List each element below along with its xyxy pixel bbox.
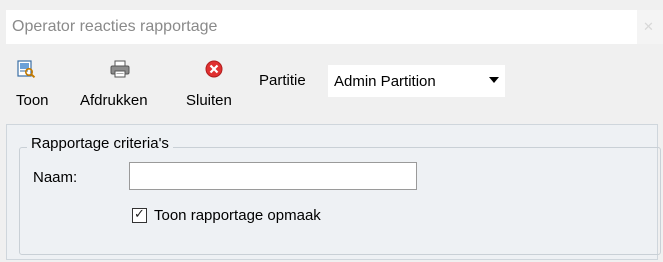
close-circle-icon (205, 60, 223, 78)
window-close-button[interactable]: ✕ (637, 10, 663, 44)
print-button[interactable]: Afdrukken (76, 50, 168, 116)
close-icon: ✕ (643, 19, 654, 34)
toolbar: Toon Afdrukken Sluiten Partitie Admin Pa… (6, 50, 657, 120)
close-report-button[interactable]: Sluiten (182, 50, 252, 116)
name-input[interactable] (129, 162, 417, 190)
checkmark-icon: ✓ (134, 206, 145, 221)
partition-dropdown[interactable]: Admin Partition (328, 65, 505, 97)
report-view-icon (17, 60, 36, 78)
partition-selected-value: Admin Partition (334, 73, 436, 90)
show-layout-checkbox[interactable]: ✓ (132, 206, 147, 223)
show-button[interactable]: Toon (12, 50, 60, 116)
close-report-button-label: Sluiten (186, 92, 232, 109)
show-button-label: Toon (16, 92, 49, 109)
partition-label: Partitie (259, 72, 306, 89)
print-button-label: Afdrukken (80, 92, 148, 109)
window-title: Operator reacties rapportage (12, 18, 218, 35)
criteria-panel: Rapportage criteria's Naam: ✓ Toon rappo… (6, 124, 661, 260)
printer-icon (110, 60, 130, 78)
dropdown-arrow-icon[interactable] (489, 77, 499, 83)
title-bar: Operator reacties rapportage (6, 10, 637, 44)
show-layout-label[interactable]: Toon rapportage opmaak (154, 207, 321, 224)
name-label: Naam: (33, 169, 78, 186)
report-window: Operator reacties rapportage ✕ Toon Afdr… (0, 0, 663, 262)
criteria-group-title: Rapportage criteria's (27, 135, 173, 152)
